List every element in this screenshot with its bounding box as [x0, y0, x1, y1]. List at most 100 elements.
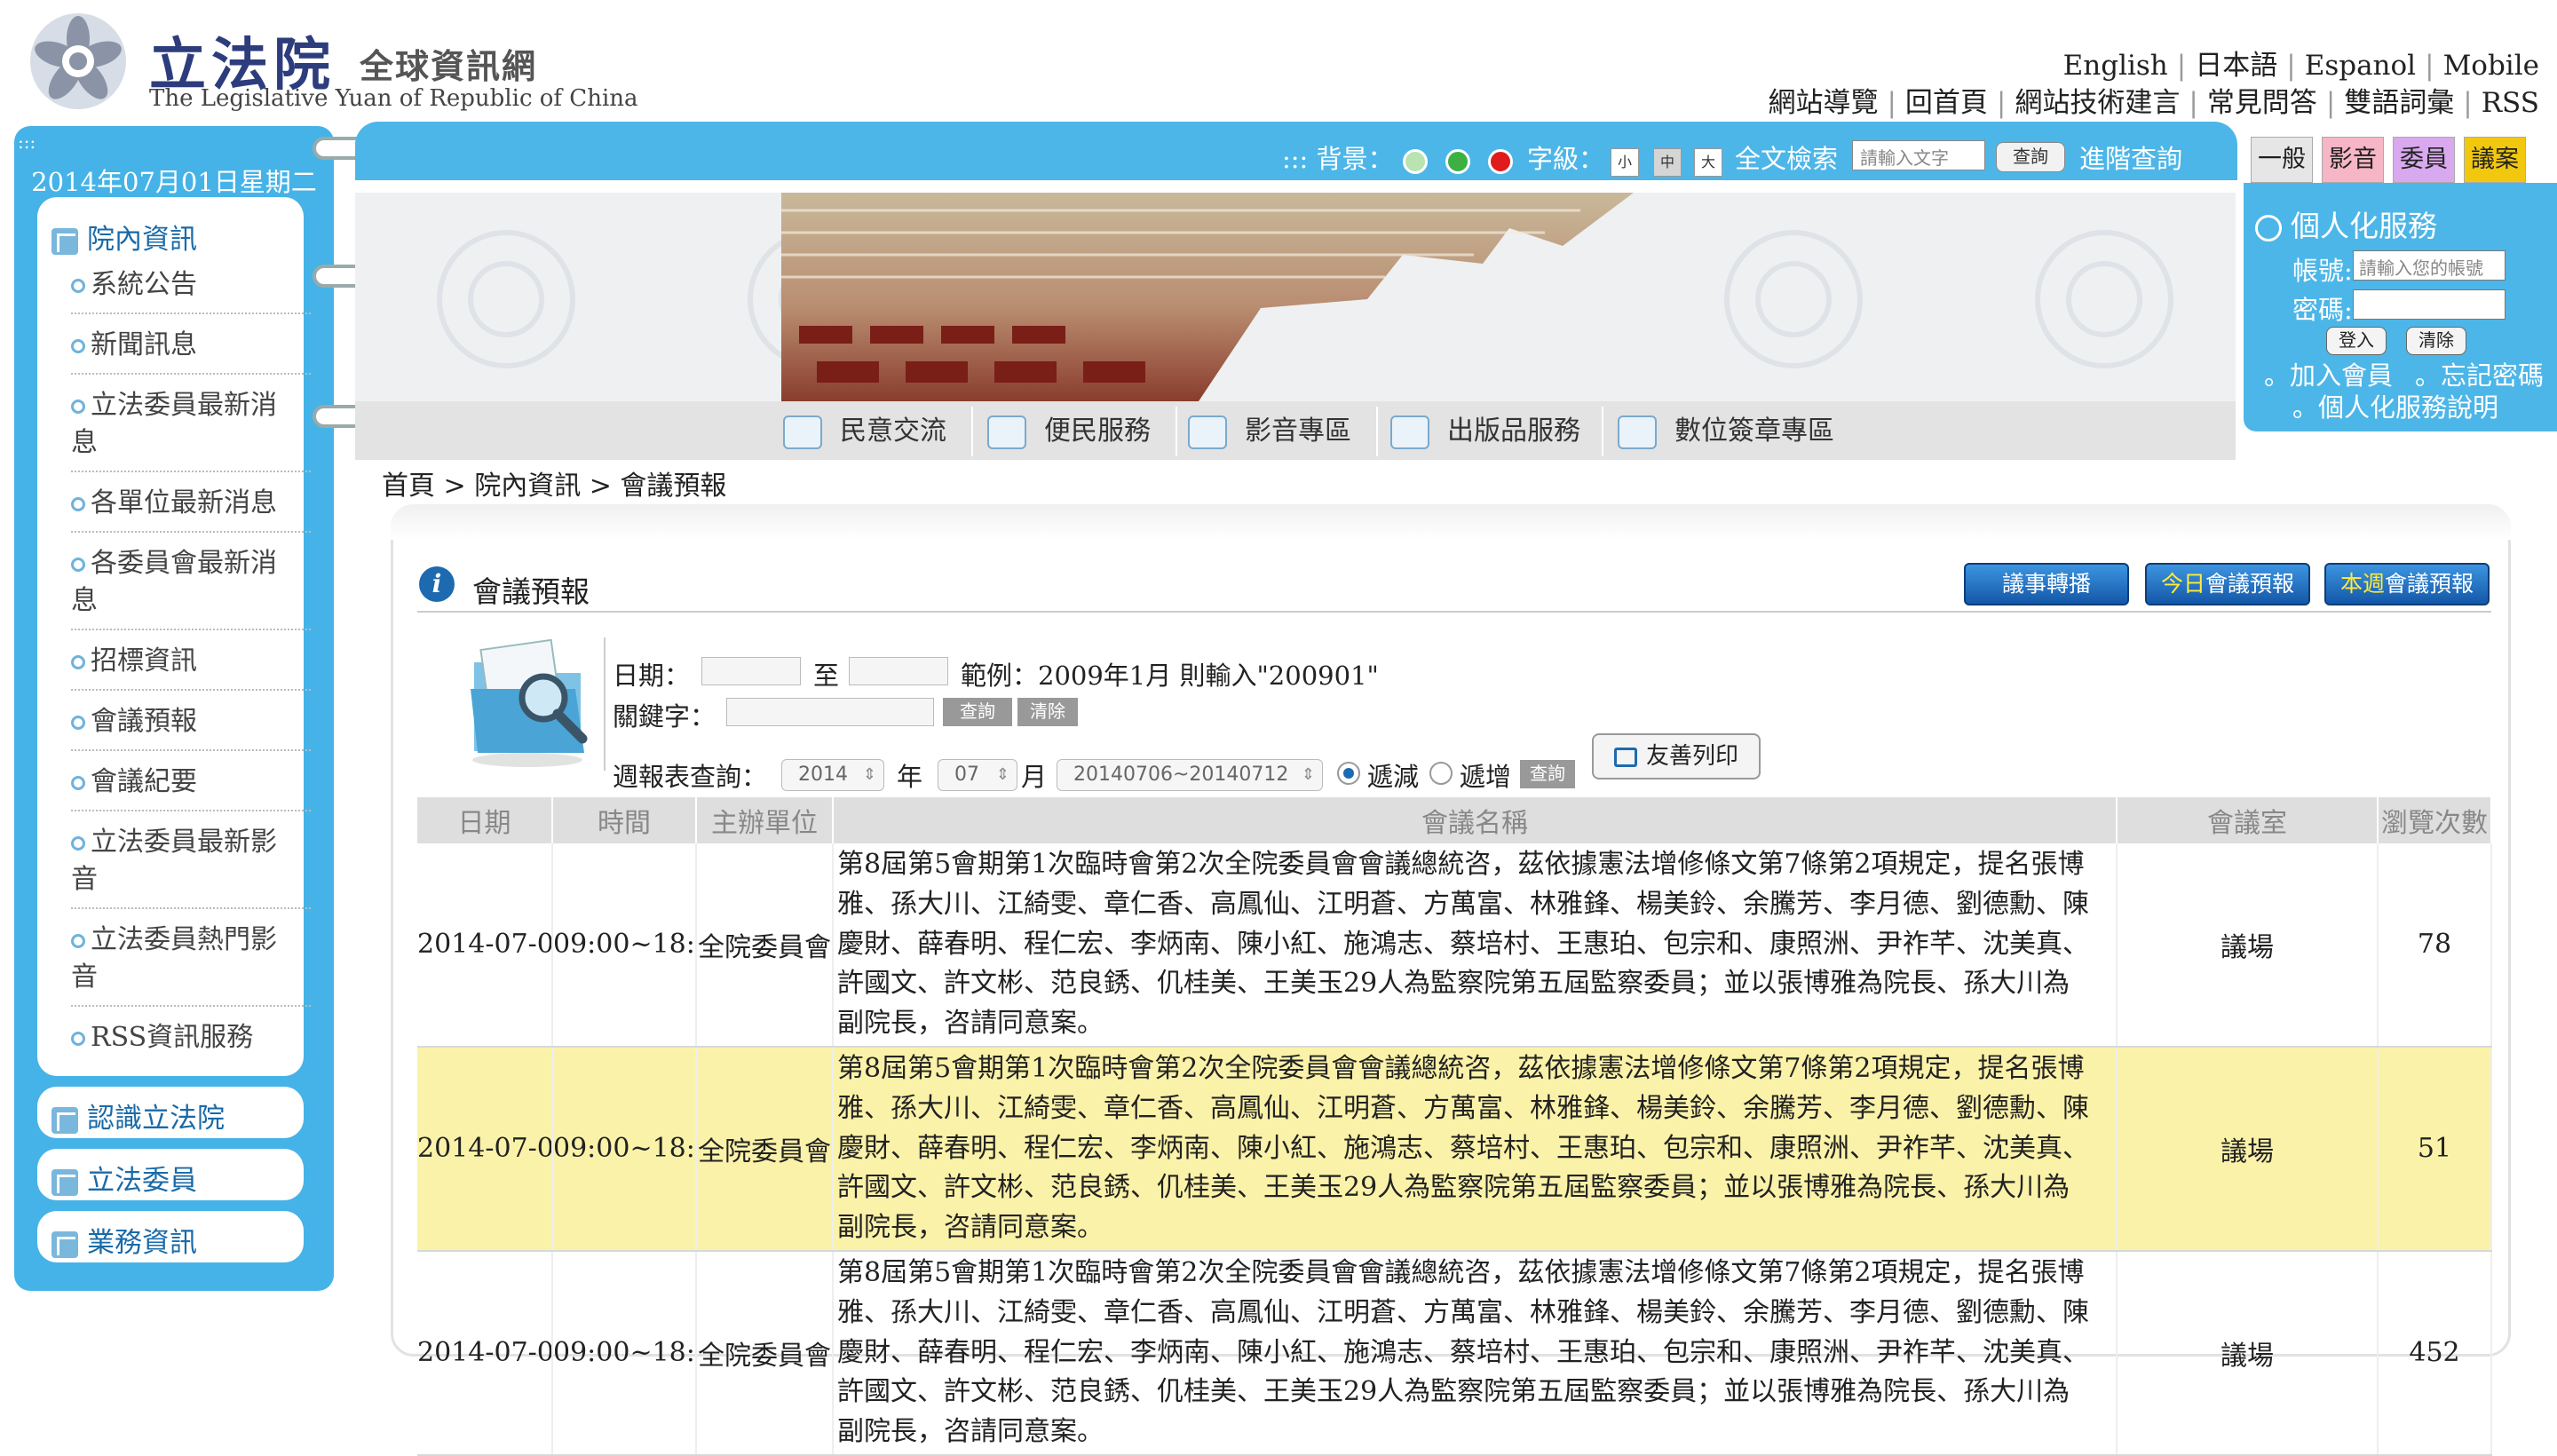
link-mobile[interactable]: Mobile	[2443, 50, 2539, 82]
month-select[interactable]: 07	[938, 759, 1017, 791]
login-button[interactable]: 登入	[2326, 327, 2387, 355]
bullet-icon	[71, 400, 85, 414]
keyword-input[interactable]	[726, 698, 934, 726]
role-tab-legislator[interactable]: 委員	[2393, 137, 2455, 183]
sidebar-section-legislators-label[interactable]: 立法委員	[51, 1158, 197, 1198]
nav-digital-signature[interactable]: 數位簽章專區	[1618, 408, 1834, 449]
sidebar-item-latest-videos[interactable]: 立法委員最新影音	[71, 824, 329, 898]
sidebar-item-announcements[interactable]: 系統公告	[71, 266, 329, 304]
sort-desc-label: 遞減	[1367, 762, 1420, 792]
login-title-text: 個人化服務	[2291, 209, 2437, 243]
sort-asc-label: 遞增	[1460, 762, 1512, 792]
divider	[71, 531, 311, 533]
sidebar-item-legislator-news[interactable]: 立法委員最新消息	[71, 387, 329, 462]
sidebar-item-meeting-minutes[interactable]: 會議紀要	[71, 764, 329, 801]
font-size-large-button[interactable]: 大	[1694, 148, 1722, 177]
link-english[interactable]: English	[2063, 50, 2168, 82]
print-button[interactable]: 友善列印	[1592, 733, 1761, 779]
col-room[interactable]: 會議室	[2117, 797, 2379, 843]
month-unit: 月	[1021, 762, 1048, 792]
sidebar-item-label-cont: 息	[71, 585, 98, 616]
keyword-query-button[interactable]: 查詢	[943, 698, 1012, 726]
sidebar-item-popular-videos[interactable]: 立法委員熱門影音	[71, 922, 329, 996]
link-espanol[interactable]: Espanol	[2305, 50, 2416, 82]
date-from-input[interactable]	[701, 657, 801, 685]
sidebar-item-label: 各單位最新消息	[91, 487, 277, 518]
link-japanese[interactable]: 日本語	[2195, 50, 2277, 82]
col-views[interactable]: 瀏覽次數	[2378, 797, 2492, 843]
table-row[interactable]: 2014-07-01 09:00~18:00 全院委員會 第8屆第5會期第1次臨…	[417, 1250, 2492, 1456]
col-organizer[interactable]: 主辦單位	[696, 797, 834, 843]
table-row[interactable]: 2014-07-02 09:00~18:00 全院委員會 第8屆第5會期第1次臨…	[417, 1046, 2492, 1252]
broadcast-button[interactable]: 議事轉播	[1964, 563, 2129, 605]
cell-date: 2014-07-02	[417, 1046, 553, 1252]
date-to-input[interactable]	[849, 657, 948, 685]
divider	[417, 611, 2491, 613]
nav-media-zone[interactable]: 影音專區	[1188, 408, 1351, 449]
sidebar-section-about-label[interactable]: 認識立法院	[51, 1096, 225, 1136]
link-feedback[interactable]: 網站技術建言	[2015, 87, 2180, 119]
table-row[interactable]: 2014-07-03 09:00~18:00 全院委員會 第8屆第5會期第1次臨…	[417, 843, 2492, 1048]
bg-color-light-green[interactable]	[1403, 149, 1428, 174]
cell-meeting-title[interactable]: 第8屆第5會期第1次臨時會第2次全院委員會會議總統咨，茲依據憲法增修條文第7條第…	[833, 843, 2118, 1048]
sidebar-section-business-label[interactable]: 業務資訊	[51, 1220, 197, 1260]
nav-publications[interactable]: 出版品服務	[1390, 408, 1580, 449]
document-icon	[51, 1230, 78, 1258]
account-input[interactable]: 請輸入您的帳號	[2353, 250, 2506, 281]
nav-citizen-services[interactable]: 便民服務	[987, 408, 1151, 449]
keyword-clear-button[interactable]: 清除	[1017, 698, 1078, 726]
link-rss[interactable]: RSS	[2482, 87, 2539, 119]
sidebar-item-label: 招標資訊	[91, 645, 197, 677]
chat-icon	[783, 415, 822, 449]
link-sitemap[interactable]: 網站導覽	[1768, 87, 1878, 119]
site-links: 網站導覽 | 回首頁 | 網站技術建言 | 常見問答 | 雙語詞彙 | RSS	[1768, 87, 2539, 119]
col-time[interactable]: 時間	[552, 797, 697, 843]
sidebar-item-news[interactable]: 新聞訊息	[71, 327, 329, 364]
sidebar-item-tenders[interactable]: 招標資訊	[71, 643, 329, 680]
search-input[interactable]: 請輸入文字	[1852, 140, 1985, 170]
font-size-small-button[interactable]: 小	[1611, 148, 1639, 177]
password-input[interactable]	[2353, 289, 2506, 320]
search-button[interactable]: 查詢	[1996, 142, 2065, 172]
clear-login-button[interactable]: 清除	[2406, 327, 2466, 355]
weekly-query-button[interactable]: 查詢	[1520, 760, 1575, 788]
sidebar-section-title[interactable]: 院內資訊	[51, 217, 197, 257]
week-range-select[interactable]: 20140706~20140712	[1057, 759, 1323, 791]
role-tab-general[interactable]: 一般	[2251, 137, 2313, 183]
sidebar-item-committee-news[interactable]: 各委員會最新消息	[71, 545, 329, 620]
section-label: 認識立法院	[87, 1103, 225, 1135]
col-date[interactable]: 日期	[417, 797, 553, 843]
link-faq[interactable]: 常見問答	[2207, 87, 2317, 119]
bg-color-red[interactable]	[1488, 149, 1513, 174]
sidebar-item-unit-news[interactable]: 各單位最新消息	[71, 485, 329, 522]
nav-public-opinion[interactable]: 民意交流	[783, 408, 946, 449]
cell-meeting-title[interactable]: 第8屆第5會期第1次臨時會第2次全院委員會會議總統咨，茲依據憲法增修條文第7條第…	[833, 1250, 2118, 1456]
cell-views: 78	[2378, 843, 2492, 1048]
cell-meeting-title[interactable]: 第8屆第5會期第1次臨時會第2次全院委員會會議總統咨，茲依據憲法增修條文第7條第…	[833, 1046, 2118, 1252]
today-highlight: 今日	[2160, 571, 2205, 597]
font-size-medium-button[interactable]: 中	[1653, 148, 1682, 177]
today-forecast-button[interactable]: 今日會議預報	[2145, 563, 2310, 605]
link-glossary[interactable]: 雙語詞彙	[2344, 87, 2454, 119]
cell-views: 51	[2378, 1046, 2492, 1252]
today-label: 會議預報	[2205, 571, 2295, 597]
year-select[interactable]: 2014	[781, 759, 884, 791]
personal-service-guide-link[interactable]: 。個人化服務說明	[2292, 387, 2498, 424]
role-tab-media[interactable]: 影音	[2322, 137, 2384, 183]
info-icon: i	[419, 566, 455, 602]
sort-asc-radio[interactable]	[1429, 762, 1453, 785]
sidebar-item-rss[interactable]: RSS資訊服務	[71, 1019, 329, 1056]
advanced-search-link[interactable]: 進階查詢	[2079, 138, 2182, 176]
form-divider	[604, 637, 606, 771]
link-home[interactable]: 回首頁	[1905, 87, 1988, 119]
cell-organizer: 全院委員會	[696, 1046, 834, 1252]
sort-desc-radio[interactable]	[1337, 762, 1360, 785]
sidebar-item-meeting-forecast[interactable]: 會議預報	[71, 703, 329, 740]
bg-color-green[interactable]	[1445, 149, 1470, 174]
col-title[interactable]: 會議名稱	[833, 797, 2118, 843]
document-icon	[51, 1168, 78, 1196]
breadcrumb[interactable]: 首頁 > 院內資訊 > 會議預報	[382, 463, 726, 502]
cell-time: 09:00~18:00	[552, 1046, 697, 1252]
week-forecast-button[interactable]: 本週會議預報	[2324, 563, 2490, 605]
role-tab-bills[interactable]: 議案	[2464, 137, 2526, 183]
